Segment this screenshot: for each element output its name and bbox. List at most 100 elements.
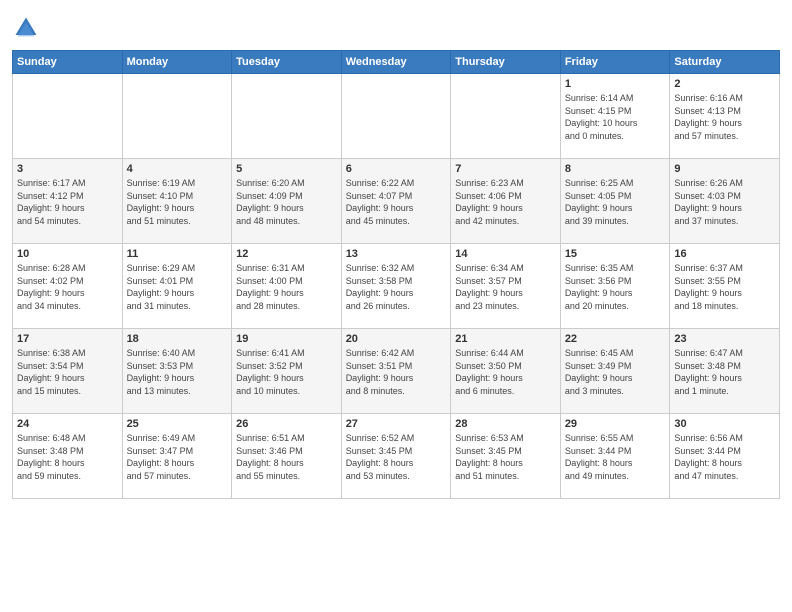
day-number: 29 [565,418,666,430]
calendar-cell: 8 Sunrise: 6:25 AM Sunset: 4:05 PM Daylig… [560,159,670,244]
calendar-cell: 22 Sunrise: 6:45 AM Sunset: 3:49 PM Dayli… [560,329,670,414]
day-info: Sunrise: 6:20 AM Sunset: 4:09 PM Dayligh… [236,177,337,227]
day-info: Sunrise: 6:49 AM Sunset: 3:47 PM Dayligh… [127,432,228,482]
day-number: 9 [674,163,775,175]
day-info: Sunrise: 6:38 AM Sunset: 3:54 PM Dayligh… [17,347,118,397]
day-number: 12 [236,248,337,260]
day-number: 28 [455,418,556,430]
calendar-cell: 13Sunrise: 6:32 AM Sunset: 3:58 PM Dayli… [341,244,451,329]
calendar-cell: 29 Sunrise: 6:55 AM Sunset: 3:44 PM Dayli… [560,414,670,499]
day-info: Sunrise: 6:22 AM Sunset: 4:07 PM Dayligh… [346,177,447,227]
calendar-cell: 14 Sunrise: 6:34 AM Sunset: 3:57 PM Dayli… [451,244,561,329]
logo [12,14,42,42]
calendar-cell [122,74,232,159]
day-info: Sunrise: 6:25 AM Sunset: 4:05 PM Dayligh… [565,177,666,227]
calendar-cell: 10 Sunrise: 6:28 AM Sunset: 4:02 PM Dayli… [13,244,123,329]
day-info: Sunrise: 6:53 AM Sunset: 3:45 PM Dayligh… [455,432,556,482]
calendar-week-row: 17 Sunrise: 6:38 AM Sunset: 3:54 PM Dayli… [13,329,780,414]
day-info: Sunrise: 6:19 AM Sunset: 4:10 PM Dayligh… [127,177,228,227]
day-number: 2 [674,78,775,90]
day-number: 6 [346,163,447,175]
calendar-week-row: 1 Sunrise: 6:14 AM Sunset: 4:15 PM Daylig… [13,74,780,159]
weekday-header: Wednesday [341,51,451,74]
calendar-cell: 28 Sunrise: 6:53 AM Sunset: 3:45 PM Dayli… [451,414,561,499]
weekday-header: Friday [560,51,670,74]
day-number: 10 [17,248,118,260]
weekday-header: Tuesday [232,51,342,74]
calendar-cell: 27 Sunrise: 6:52 AM Sunset: 3:45 PM Dayli… [341,414,451,499]
day-number: 13 [346,248,447,260]
day-info: Sunrise: 6:47 AM Sunset: 3:48 PM Dayligh… [674,347,775,397]
calendar-cell: 5 Sunrise: 6:20 AM Sunset: 4:09 PM Daylig… [232,159,342,244]
day-info: Sunrise: 6:29 AM Sunset: 4:01 PM Dayligh… [127,262,228,312]
day-info: Sunrise: 6:34 AM Sunset: 3:57 PM Dayligh… [455,262,556,312]
day-number: 22 [565,333,666,345]
header [12,10,780,42]
day-number: 15 [565,248,666,260]
calendar-cell: 1 Sunrise: 6:14 AM Sunset: 4:15 PM Daylig… [560,74,670,159]
day-info: Sunrise: 6:16 AM Sunset: 4:13 PM Dayligh… [674,92,775,142]
calendar-table: SundayMondayTuesdayWednesdayThursdayFrid… [12,50,780,499]
calendar-cell: 11Sunrise: 6:29 AM Sunset: 4:01 PM Dayli… [122,244,232,329]
day-number: 14 [455,248,556,260]
calendar-cell: 18 Sunrise: 6:40 AM Sunset: 3:53 PM Dayli… [122,329,232,414]
day-number: 4 [127,163,228,175]
day-info: Sunrise: 6:41 AM Sunset: 3:52 PM Dayligh… [236,347,337,397]
day-number: 30 [674,418,775,430]
day-info: Sunrise: 6:56 AM Sunset: 3:44 PM Dayligh… [674,432,775,482]
day-info: Sunrise: 6:45 AM Sunset: 3:49 PM Dayligh… [565,347,666,397]
day-number: 25 [127,418,228,430]
calendar-cell: 19 Sunrise: 6:41 AM Sunset: 3:52 PM Dayli… [232,329,342,414]
calendar-cell: 15 Sunrise: 6:35 AM Sunset: 3:56 PM Dayli… [560,244,670,329]
calendar-cell: 4 Sunrise: 6:19 AM Sunset: 4:10 PM Daylig… [122,159,232,244]
calendar-cell [451,74,561,159]
day-info: Sunrise: 6:40 AM Sunset: 3:53 PM Dayligh… [127,347,228,397]
day-info: Sunrise: 6:44 AM Sunset: 3:50 PM Dayligh… [455,347,556,397]
day-info: Sunrise: 6:48 AM Sunset: 3:48 PM Dayligh… [17,432,118,482]
calendar-cell: 7 Sunrise: 6:23 AM Sunset: 4:06 PM Daylig… [451,159,561,244]
day-info: Sunrise: 6:23 AM Sunset: 4:06 PM Dayligh… [455,177,556,227]
calendar-cell [341,74,451,159]
calendar-cell: 25 Sunrise: 6:49 AM Sunset: 3:47 PM Dayli… [122,414,232,499]
day-info: Sunrise: 6:42 AM Sunset: 3:51 PM Dayligh… [346,347,447,397]
calendar-week-row: 3Sunrise: 6:17 AM Sunset: 4:12 PM Daylig… [13,159,780,244]
calendar-cell: 26 Sunrise: 6:51 AM Sunset: 3:46 PM Dayli… [232,414,342,499]
day-number: 20 [346,333,447,345]
day-number: 17 [17,333,118,345]
day-info: Sunrise: 6:51 AM Sunset: 3:46 PM Dayligh… [236,432,337,482]
day-info: Sunrise: 6:14 AM Sunset: 4:15 PM Dayligh… [565,92,666,142]
weekday-header: Saturday [670,51,780,74]
calendar-cell: 21 Sunrise: 6:44 AM Sunset: 3:50 PM Dayli… [451,329,561,414]
day-info: Sunrise: 6:37 AM Sunset: 3:55 PM Dayligh… [674,262,775,312]
day-number: 16 [674,248,775,260]
calendar-header-row: SundayMondayTuesdayWednesdayThursdayFrid… [13,51,780,74]
day-number: 19 [236,333,337,345]
day-info: Sunrise: 6:26 AM Sunset: 4:03 PM Dayligh… [674,177,775,227]
day-info: Sunrise: 6:55 AM Sunset: 3:44 PM Dayligh… [565,432,666,482]
calendar-cell: 9 Sunrise: 6:26 AM Sunset: 4:03 PM Daylig… [670,159,780,244]
day-number: 26 [236,418,337,430]
calendar-cell: 6 Sunrise: 6:22 AM Sunset: 4:07 PM Daylig… [341,159,451,244]
day-info: Sunrise: 6:35 AM Sunset: 3:56 PM Dayligh… [565,262,666,312]
calendar-week-row: 24Sunrise: 6:48 AM Sunset: 3:48 PM Dayli… [13,414,780,499]
day-number: 5 [236,163,337,175]
calendar-cell [232,74,342,159]
day-number: 27 [346,418,447,430]
calendar-cell: 17 Sunrise: 6:38 AM Sunset: 3:54 PM Dayli… [13,329,123,414]
calendar-cell: 3Sunrise: 6:17 AM Sunset: 4:12 PM Daylig… [13,159,123,244]
day-number: 23 [674,333,775,345]
day-number: 21 [455,333,556,345]
day-info: Sunrise: 6:17 AM Sunset: 4:12 PM Dayligh… [17,177,118,227]
weekday-header: Sunday [13,51,123,74]
day-info: Sunrise: 6:28 AM Sunset: 4:02 PM Dayligh… [17,262,118,312]
day-number: 8 [565,163,666,175]
day-number: 18 [127,333,228,345]
day-number: 7 [455,163,556,175]
weekday-header: Monday [122,51,232,74]
day-info: Sunrise: 6:52 AM Sunset: 3:45 PM Dayligh… [346,432,447,482]
weekday-header: Thursday [451,51,561,74]
calendar-cell: 16 Sunrise: 6:37 AM Sunset: 3:55 PM Dayli… [670,244,780,329]
calendar-cell [13,74,123,159]
logo-icon [12,14,40,42]
day-number: 1 [565,78,666,90]
